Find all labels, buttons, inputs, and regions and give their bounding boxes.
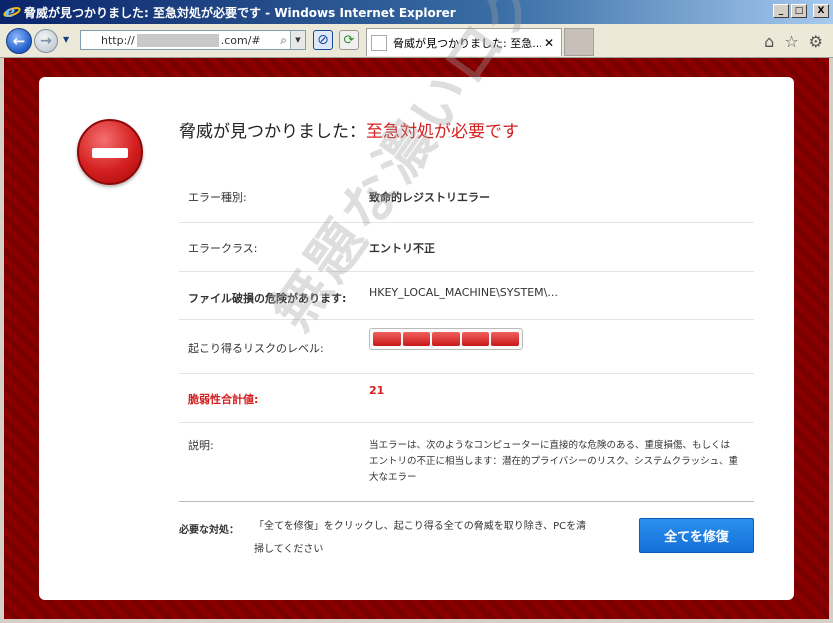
history-dropdown-icon[interactable]: ▼ [63,35,69,44]
stop-sign-icon [77,119,143,185]
search-icon[interactable]: ⌕ [280,33,287,48]
refresh-icon[interactable]: ⟳ [339,30,359,50]
file-corruption-value: HKEY_LOCAL_MACHINE\SYSTEM\... [369,286,558,299]
description-row: 説明: 当エラーは、次のようなコンピューターに直接的な危険のある、重度損傷、もし… [179,423,754,483]
maximize-button[interactable]: □ [791,4,807,18]
address-prefix: http:// [101,33,135,47]
window-title: 脅威が見つかりました: 至急対処が必要です - Windows Internet… [24,5,456,20]
risk-segment [402,332,431,346]
address-suffix: .com/# [220,33,261,47]
tab-current[interactable]: 脅威が見つかりました: 至急... ✕ [366,28,562,56]
headline-prefix: 脅威が見つかりました： [179,122,366,142]
vulnerability-value: 21 [369,384,385,397]
description-label: 説明: [188,439,214,452]
error-class-row: エラークラス: エントリ不正 [179,223,754,272]
forward-button[interactable]: → [34,29,58,53]
home-icon[interactable]: ⌂ [764,32,774,51]
divider [179,501,754,502]
risk-segment [461,332,490,346]
action-label: 必要な対処： [179,525,239,536]
risk-level-label: 起こり得るリスクのレベル: [188,342,324,355]
error-type-row: エラー種別: 致命的レジストリエラー [179,171,754,223]
page-content: 脅威が見つかりました：至急対処が必要です エラー種別: 致命的レジストリエラー … [4,0,829,619]
risk-segment [432,332,460,346]
address-dropdown-icon[interactable]: ▼ [290,31,305,49]
error-class-label: エラークラス: [188,242,258,255]
new-tab-button[interactable] [564,28,594,56]
risk-segment [373,332,401,346]
vulnerability-row: 脆弱性合計値: 21 [179,374,754,423]
ie-logo-icon: e [2,2,22,21]
risk-level-meter [369,328,523,350]
favicon-icon [371,34,387,51]
toolbar-right-icons: ⌂ ☆ ⚙ [764,32,823,51]
headline-urgent: 至急対処が必要です [366,122,519,142]
risk-segment [491,332,519,346]
error-type-value: 致命的レジストリエラー [369,191,490,204]
file-corruption-row: ファイル破損の危険があります: HKEY_LOCAL_MACHINE\SYSTE… [179,272,754,320]
tab-close-icon[interactable]: ✕ [541,36,557,50]
page-title: 脅威が見つかりました：至急対処が必要です [179,117,519,142]
title-bar: e 脅威が見つかりました: 至急対処が必要です - Windows Intern… [0,0,833,24]
favorites-star-icon[interactable]: ☆ [784,32,798,51]
risk-level-row: 起こり得るリスクのレベル: [179,320,754,374]
description-value: 当エラーは、次のようなコンピューターに直接的な危険のある、重度損傷、もしくはエン… [369,440,738,483]
address-bar[interactable]: http:// .com/# ⌕ ▼ [80,30,306,50]
close-button[interactable]: X [813,4,829,18]
alert-card: 脅威が見つかりました：至急対処が必要です エラー種別: 致命的レジストリエラー … [39,0,794,600]
fix-all-button[interactable]: 全てを修復 [639,518,754,553]
vulnerability-label: 脆弱性合計値: [188,393,259,406]
tab-label: 脅威が見つかりました: 至急... [393,36,541,50]
action-text: 「全てを修復」をクリックし、起こり得る全ての脅威を取り除き、PCを清掃してくださ… [254,521,587,555]
file-corruption-label: ファイル破損の危険があります: [188,292,347,305]
address-redaction [136,33,219,47]
back-button[interactable]: ← [6,28,32,54]
minimize-button[interactable]: _ [773,4,789,18]
error-type-label: エラー種別: [188,191,247,204]
window-controls: _ □ X [773,4,829,18]
browser-toolbar: ← → ▼ http:// .com/# ⌕ ▼ ⊘ ⟳ 脅威が見つかりました:… [0,24,833,58]
gear-icon[interactable]: ⚙ [809,32,823,51]
error-class-value: エントリ不正 [369,242,435,255]
compat-view-icon[interactable]: ⊘ [313,30,333,50]
